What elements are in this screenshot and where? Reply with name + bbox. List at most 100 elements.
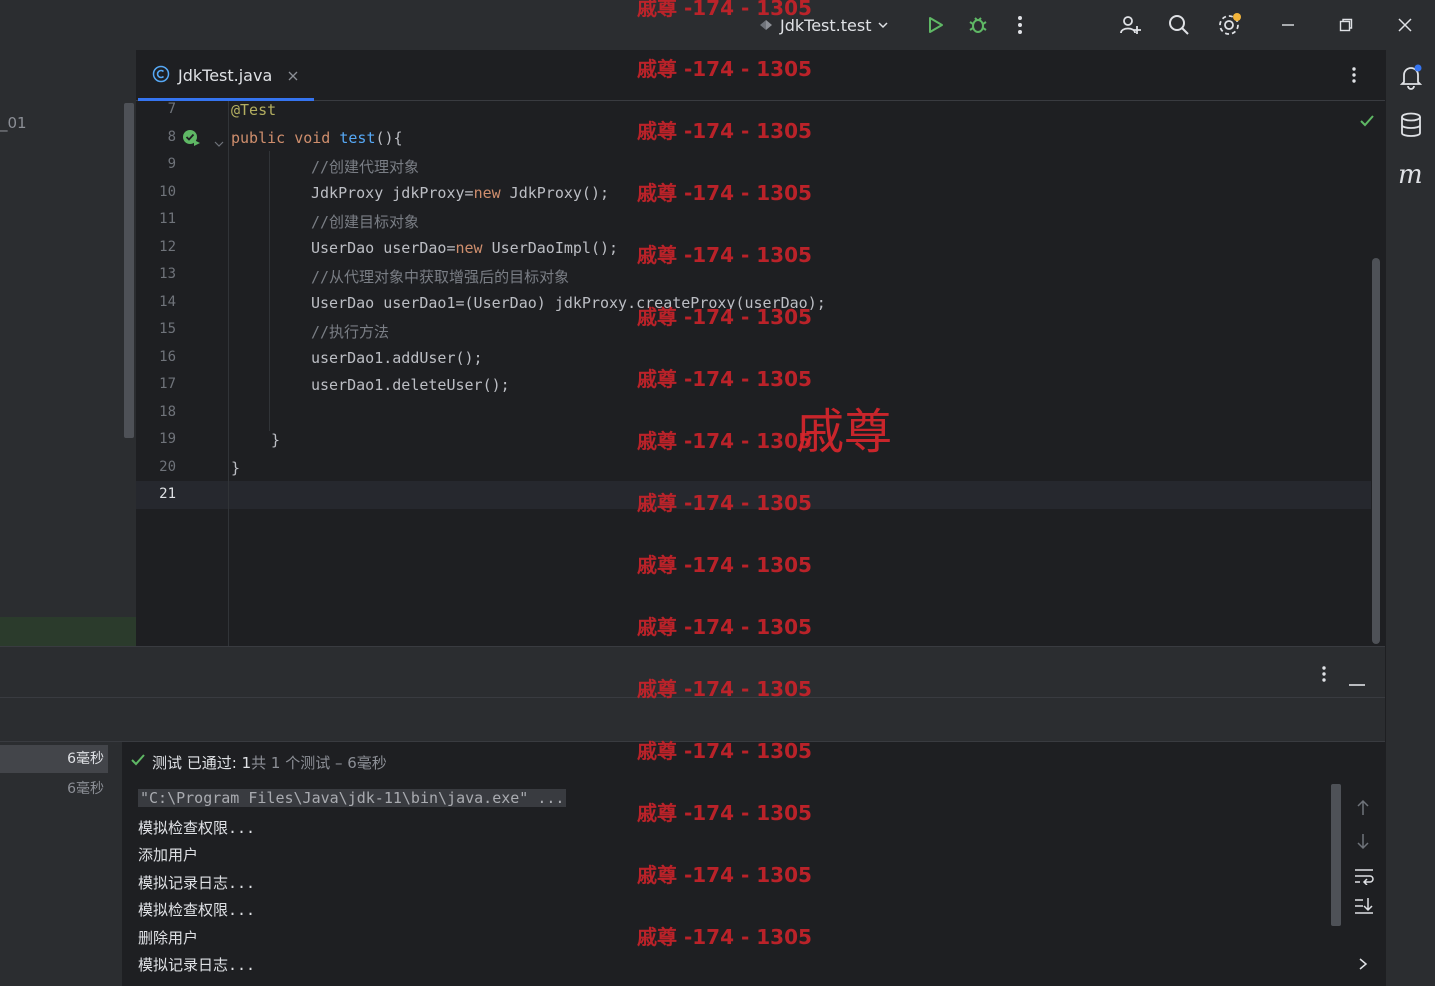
watermark-text: 戚尊 -174 - 1305 [637,491,812,515]
line-number: 18 [159,404,176,420]
watermark-text: 戚尊 -174 - 1305 [637,553,812,577]
hide-panel-icon[interactable] [1349,672,1365,691]
close-window-icon[interactable] [1390,10,1420,40]
project-name[interactable]: _01 [0,114,27,132]
console-scrollbar[interactable] [1331,784,1341,926]
maven-m-icon[interactable]: m [1398,160,1423,190]
watermark-text: 戚尊 -174 - 1305 [637,243,812,267]
watermark-text: 戚尊 -174 - 1305 [637,863,812,887]
code-token: JdkProxy jdkProxy= [311,184,474,202]
soft-wrap-icon[interactable] [1354,867,1374,889]
scroll-to-end-icon[interactable] [1354,897,1374,919]
test-summary-label: 共 1 个测试 – 6毫秒 [251,753,387,772]
right-tool-strip: m [1385,50,1435,986]
code-line: userDao1.addUser(); [311,349,483,367]
watermark-large-text: 戚尊 [796,404,893,460]
line-number: 19 [159,431,176,447]
line-number: 9 [167,156,176,172]
keyword-token: new [455,239,483,257]
settings-gear-icon[interactable] [1214,10,1244,40]
watermark-text: 戚尊 -174 - 1305 [637,925,812,949]
debug-icon[interactable] [963,10,993,40]
watermark-text: 戚尊 -174 - 1305 [637,119,812,143]
watermark-text: 戚尊 -174 - 1305 [637,677,812,701]
indent-guide [269,151,270,431]
notifications-bell-icon[interactable] [1399,64,1423,94]
watermark-text: 戚尊 -174 - 1305 [637,739,812,763]
test-tree-row[interactable]: 6毫秒 [0,775,108,803]
add-user-icon[interactable] [1115,10,1145,40]
run-panel-more-icon[interactable] [1321,665,1327,687]
arrow-up-icon[interactable] [1355,799,1371,821]
code-line: JdkProxy jdkProxy=new JdkProxy(); [311,184,609,202]
run-icon[interactable] [920,10,950,40]
watermark-text: 戚尊 -174 - 1305 [637,367,812,391]
tab-jdktest-java[interactable]: JdkTest.java [136,50,316,101]
line-number: 11 [159,211,176,227]
tab-more-icon[interactable] [1351,66,1357,88]
more-vertical-icon[interactable] [1005,10,1035,40]
console-line: 模拟检查权限... [138,819,256,837]
code-line: } [271,431,281,449]
watermark-text: 戚尊 -174 - 1305 [637,0,812,20]
code-line: } [231,459,241,477]
console-line: 删除用户 [138,929,199,947]
line-number: 10 [159,184,176,200]
console-line: 模拟记录日志... [138,956,256,974]
no-problems-check-icon[interactable] [1359,113,1375,132]
comment-line: //从代理对象中获取增强后的目标对象 [311,268,570,286]
restore-icon[interactable] [1331,10,1361,40]
code-line: public void test(){ [231,129,403,147]
line-number: 17 [159,376,176,392]
tab-label: JdkTest.java [178,66,273,85]
test-duration: 6毫秒 [67,751,104,767]
console-line: 添加用户 [138,846,199,864]
watermark-text: 戚尊 -174 - 1305 [637,57,812,81]
close-tab-icon[interactable] [288,66,298,85]
minimize-icon[interactable] [1273,10,1303,40]
database-icon[interactable] [1399,112,1423,142]
chevron-right-icon[interactable] [1358,956,1368,975]
line-number: 13 [159,266,176,282]
code-token: UserDaoImpl(); [482,239,619,257]
comment-line: //执行方法 [311,323,390,341]
test-results-tree: 6毫秒 6毫秒 [0,742,122,986]
line-number: 16 [159,349,176,365]
run-test-gutter-icon[interactable] [182,129,202,151]
code-line: userDao1.deleteUser(); [311,376,510,394]
code-token: UserDao userDao= [311,239,456,257]
test-passed-label: 测试 已通过: 1 [152,753,252,772]
method-name-token: test [339,129,376,147]
line-number: 12 [159,239,176,255]
keyword-token: public void [231,129,340,147]
fold-chevron-icon[interactable] [214,134,224,153]
line-number: 14 [159,294,176,310]
keyword-token: new [473,184,501,202]
watermark-text: 戚尊 -174 - 1305 [637,305,812,329]
console-command-line[interactable]: "C:\Program Files\Java\jdk-11\bin\java.e… [138,789,567,807]
console-line: 模拟记录日志... [138,874,256,892]
search-icon[interactable] [1164,10,1194,40]
arrow-down-icon[interactable] [1355,832,1371,854]
test-tree-row-selected[interactable]: 6毫秒 [0,745,108,773]
comment-line: //创建目标对象 [311,213,420,231]
comment-line: //创建代理对象 [311,158,420,176]
watermark-text: 戚尊 -174 - 1305 [637,801,812,825]
watermark-text: 戚尊 -174 - 1305 [637,615,812,639]
code-line: UserDao userDao=new UserDaoImpl(); [311,239,618,257]
console-line: 模拟检查权限... [138,901,256,919]
line-number: 8 [167,129,176,145]
selected-row-highlight [0,617,136,647]
check-icon [130,753,146,771]
line-number: 21 [159,486,176,502]
annotation-token: @Test [231,101,277,119]
line-number: 20 [159,459,176,475]
watermark-text: 戚尊 -174 - 1305 [637,429,812,453]
project-scrollbar[interactable] [124,103,134,438]
code-token: (){ [375,129,403,147]
code-line: @Test [231,101,276,119]
project-panel: _01 [0,50,136,647]
line-number: 7 [167,101,176,117]
chevron-down-icon [877,16,889,35]
editor-scrollbar[interactable] [1372,258,1380,644]
